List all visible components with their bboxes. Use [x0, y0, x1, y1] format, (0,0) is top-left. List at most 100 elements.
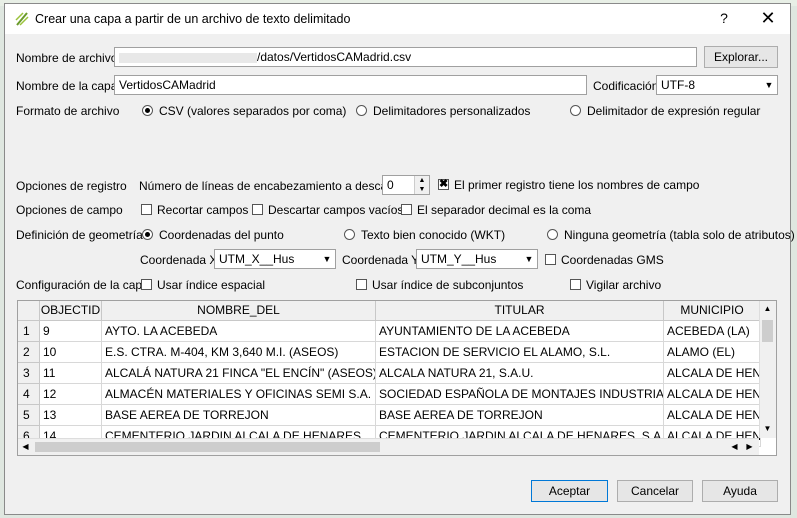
table-cell: SOCIEDAD ESPAÑOLA DE MONTAJES INDUSTRIAL…	[376, 384, 664, 405]
table-cell: 10	[40, 342, 102, 363]
first-record-header-label: El primer registro tiene los nombres de …	[454, 178, 700, 192]
encoding-label: Codificación	[593, 79, 659, 93]
blurred-path	[119, 52, 257, 63]
format-regex-radio[interactable]	[570, 105, 581, 116]
format-csv-label: CSV (valores separados por coma)	[159, 104, 347, 118]
column-header-nombre-del[interactable]: NOMBRE_DEL	[102, 301, 376, 321]
discard-empty-label: Descartar campos vacíos	[268, 203, 404, 217]
encoding-select[interactable]: UTF-8 ▼	[656, 75, 778, 95]
scroll-up-icon[interactable]: ▲	[760, 301, 775, 316]
skip-lines-spinbox[interactable]: 0 ▲ ▼	[382, 175, 430, 195]
title-bar: Crear una capa a partir de un archivo de…	[5, 4, 790, 34]
browse-button[interactable]: Explorar...	[704, 46, 778, 68]
x-coordinate-select[interactable]: UTM_X__Hus ▼	[214, 249, 336, 269]
field-options-label: Opciones de campo	[16, 203, 123, 217]
horizontal-scrollbar[interactable]: ◀ ◀ ▶	[18, 438, 759, 455]
table-cell: ALCALA DE HENARES	[664, 363, 761, 384]
table-cell: ACEBEDA (LA)	[664, 321, 761, 342]
table-cell: ALAMO (EL)	[664, 342, 761, 363]
table-cell: ALCALA DE HENARES	[664, 405, 761, 426]
horizontal-scroll-thumb[interactable]	[35, 442, 380, 452]
geometry-none-radio[interactable]	[547, 229, 558, 240]
layer-config-label: Configuración de la capa	[16, 278, 149, 292]
trim-fields-label: Recortar campos	[157, 203, 249, 217]
watch-file-label: Vigilar archivo	[586, 278, 662, 292]
scroll-left-icon[interactable]: ◀	[727, 439, 742, 454]
decimal-comma-checkbox[interactable]	[401, 204, 412, 215]
table-cell: 9	[40, 321, 102, 342]
sample-data-table[interactable]: OBJECTID NOMBRE_DEL TITULAR MUNICIPIO 1 …	[17, 300, 777, 456]
scroll-down-icon[interactable]: ▼	[760, 421, 775, 436]
table-cell: ALCALÁ NATURA 21 FINCA "EL ENCÍN" (ASEOS…	[102, 363, 376, 384]
watch-file-checkbox[interactable]	[570, 279, 581, 290]
trim-fields-checkbox[interactable]	[141, 204, 152, 215]
chevron-down-icon: ▼	[322, 254, 332, 264]
chevron-down-icon: ▼	[764, 80, 774, 90]
spin-up-icon[interactable]: ▲	[414, 176, 429, 185]
y-coordinate-label: Coordenada Y	[342, 253, 420, 267]
decimal-comma-label: El separador decimal es la coma	[417, 203, 592, 217]
scroll-right-icon[interactable]: ▶	[742, 439, 757, 454]
table-cell: AYTO. LA ACEBEDA	[102, 321, 376, 342]
geometry-wkt-radio[interactable]	[344, 229, 355, 240]
row-header: 2	[18, 342, 40, 363]
table-cell: E.S. CTRA. M-404, KM 3,640 M.I. (ASEOS)	[102, 342, 376, 363]
scroll-left-icon[interactable]: ◀	[18, 439, 33, 454]
layer-name-input[interactable]: VertidosCAMadrid	[114, 75, 587, 95]
row-header: 3	[18, 363, 40, 384]
table-cell: BASE AEREA DE TORREJON	[102, 405, 376, 426]
discard-empty-checkbox[interactable]	[252, 204, 263, 215]
first-record-header-checkbox[interactable]	[438, 177, 449, 190]
geometry-point-label: Coordenadas del punto	[159, 228, 284, 242]
file-name-label: Nombre de archivo	[16, 51, 118, 65]
table-cell: ALCALA NATURA 21, S.A.U.	[376, 363, 664, 384]
help-icon[interactable]: ?	[713, 10, 735, 30]
help-button[interactable]: Ayuda	[702, 480, 778, 502]
column-header-municipio[interactable]: MUNICIPIO	[664, 301, 761, 321]
x-coordinate-value: UTM_X__Hus	[219, 252, 295, 266]
row-header: 4	[18, 384, 40, 405]
format-regex-label: Delimitador de expresión regular	[587, 104, 761, 118]
column-header-objectid[interactable]: OBJECTID	[40, 301, 102, 321]
spatial-index-label: Usar índice espacial	[157, 278, 266, 292]
table-cell: 11	[40, 363, 102, 384]
file-format-label: Formato de archivo	[16, 104, 120, 118]
vertical-scrollbar[interactable]: ▲ ▼	[759, 301, 776, 438]
close-icon[interactable]: ✕	[755, 8, 781, 30]
format-custom-radio[interactable]	[356, 105, 367, 116]
spatial-index-checkbox[interactable]	[141, 279, 152, 290]
table-corner	[18, 301, 40, 321]
dms-coordinates-checkbox[interactable]	[545, 254, 556, 265]
geometry-none-label: Ninguna geometría (tabla solo de atribut…	[564, 228, 795, 242]
spin-down-icon[interactable]: ▼	[414, 185, 429, 194]
x-coordinate-label: Coordenada X	[140, 253, 218, 267]
format-csv-radio[interactable]	[142, 105, 153, 116]
cancel-button[interactable]: Cancelar	[617, 480, 693, 502]
geometry-point-radio[interactable]	[142, 229, 153, 240]
skip-lines-label: Número de líneas de encabezamiento a des…	[139, 179, 406, 193]
subset-index-checkbox[interactable]	[356, 279, 367, 290]
row-header: 5	[18, 405, 40, 426]
file-path-text: /datos/VertidosCAMadrid.csv	[257, 50, 412, 64]
vertical-scroll-thumb[interactable]	[762, 320, 773, 342]
table-cell: 13	[40, 405, 102, 426]
table-cell: ALMACÉN MATERIALES Y OFICINAS SEMI S.A. …	[102, 384, 376, 405]
table-cell: ESTACION DE SERVICIO EL ALAMO, S.L.	[376, 342, 664, 363]
delimited-text-layer-icon	[15, 12, 29, 26]
ok-button[interactable]: Aceptar	[531, 480, 608, 502]
table-cell: BASE AEREA DE TORREJON	[376, 405, 664, 426]
y-coordinate-value: UTM_Y__Hus	[421, 252, 497, 266]
format-custom-label: Delimitadores personalizados	[373, 104, 531, 118]
dms-coordinates-label: Coordenadas GMS	[561, 253, 664, 267]
record-options-label: Opciones de registro	[16, 179, 127, 193]
layer-name-label: Nombre de la capa	[16, 79, 118, 93]
y-coordinate-select[interactable]: UTM_Y__Hus ▼	[416, 249, 538, 269]
window-title: Crear una capa a partir de un archivo de…	[35, 12, 351, 26]
row-header: 1	[18, 321, 40, 342]
subset-index-label: Usar índice de subconjuntos	[372, 278, 524, 292]
geometry-definition-label: Definición de geometría	[16, 228, 143, 242]
column-header-titular[interactable]: TITULAR	[376, 301, 664, 321]
table-cell: 12	[40, 384, 102, 405]
file-name-input[interactable]: /datos/VertidosCAMadrid.csv	[114, 47, 697, 67]
delimited-text-dialog: Crear una capa a partir de un archivo de…	[4, 3, 795, 515]
